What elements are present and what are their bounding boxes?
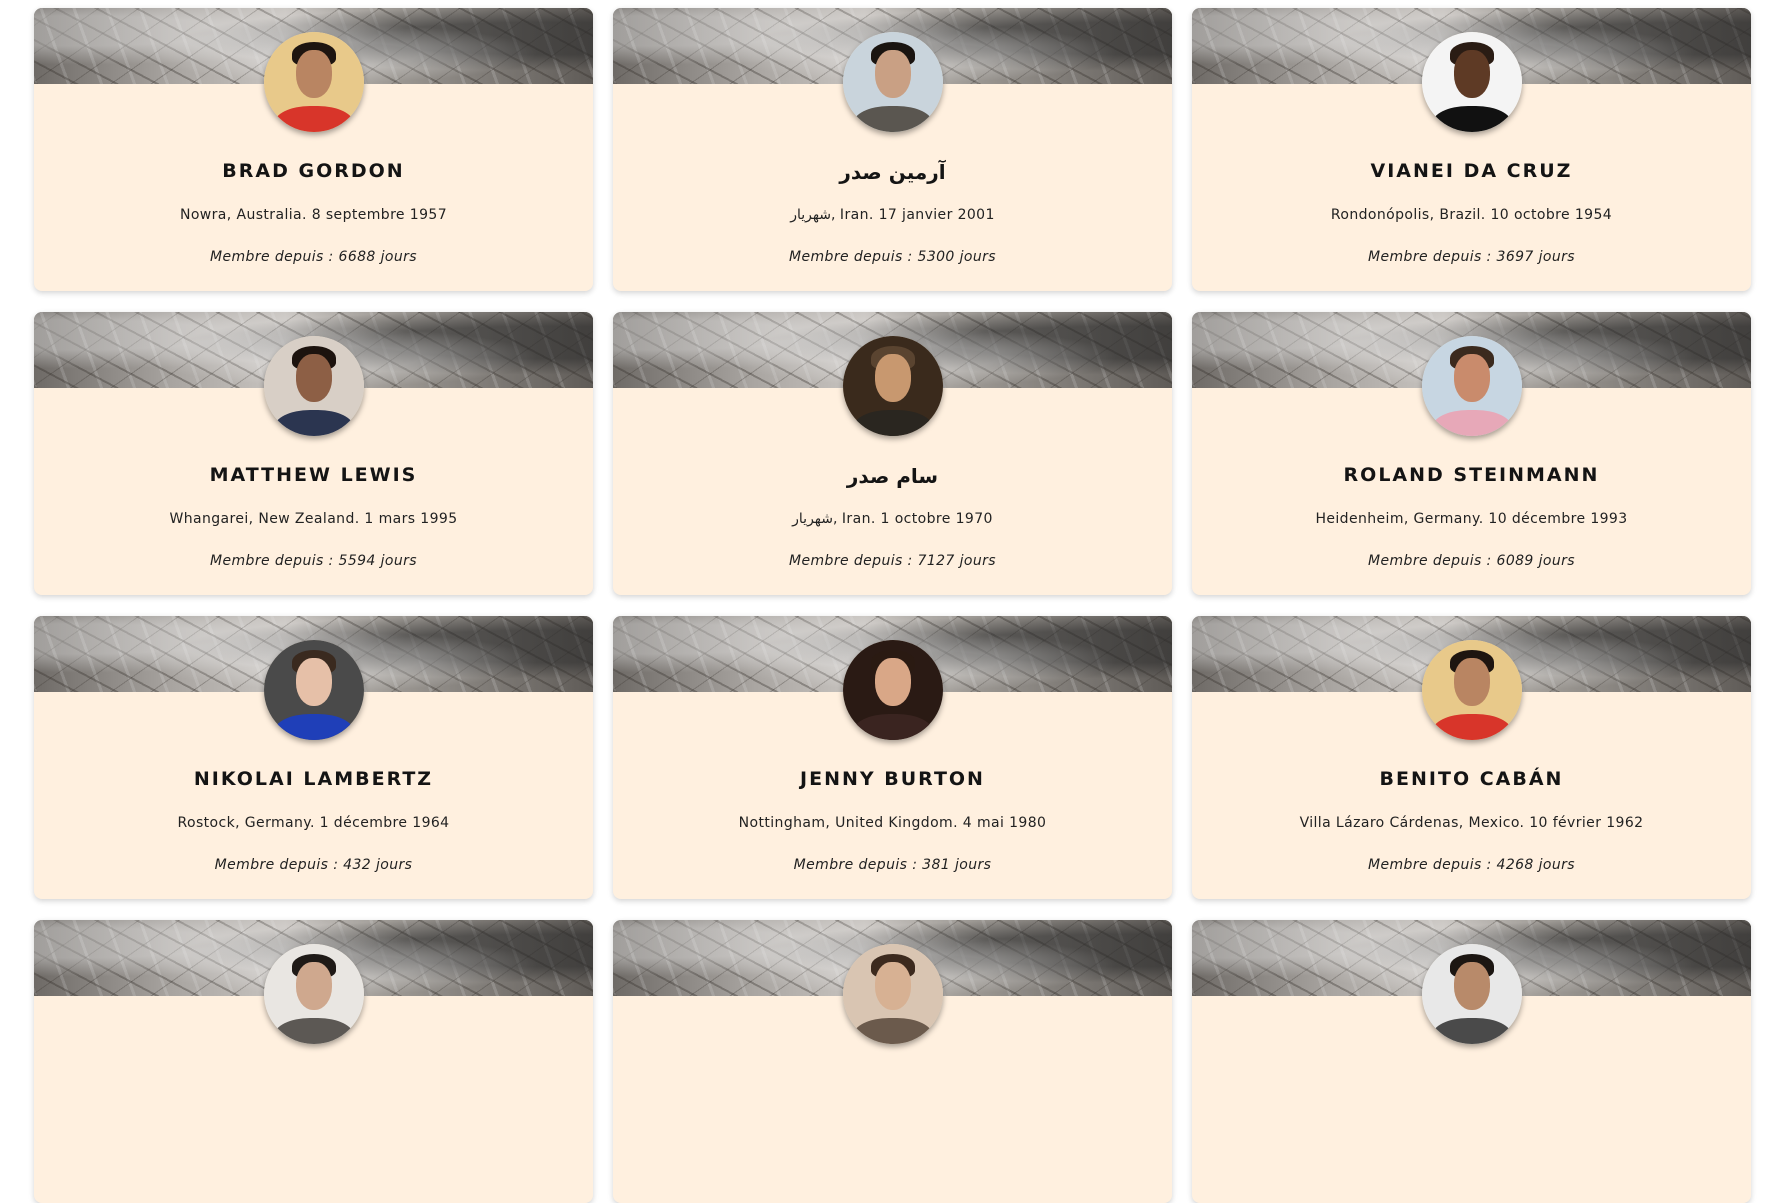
profile-name: Jenny Burton [800,768,985,790]
profile-card[interactable]: Matthew Lewis Whangarei, New Zealand. 1 … [34,312,593,595]
profile-card[interactable]: Brad Gordon Nowra, Australia. 8 septembr… [34,8,593,291]
profile-location-birthdate: شهریار, Iran. 17 janvier 2001 [790,207,995,223]
avatar[interactable] [1421,944,1522,1044]
avatar[interactable] [842,336,943,436]
avatar[interactable] [1421,336,1522,436]
avatar[interactable] [842,32,943,132]
profile-location-birthdate: Nowra, Australia. 8 septembre 1957 [179,207,448,223]
member-since: Membre depuis : 3697 jours [1368,249,1575,265]
member-since: Membre depuis : 7127 jours [789,553,996,569]
avatar[interactable] [1421,32,1522,132]
profile-name: Matthew Lewis [209,464,418,486]
profile-card[interactable]: Roland Steinmann Heidenheim, Germany. 10… [1192,312,1751,595]
profile-location-birthdate: Villa Lázaro Cárdenas, Mexico. 10 févrie… [1299,815,1644,831]
profile-name: سام صدر [846,464,939,488]
member-since: Membre depuis : 4268 jours [1368,857,1575,873]
profile-card[interactable] [613,920,1172,1203]
profile-grid: Brad Gordon Nowra, Australia. 8 septembr… [34,8,1752,1203]
profile-location-birthdate: Rostock, Germany. 1 décembre 1964 [177,815,450,831]
profile-card[interactable]: Nikolai Lambertz Rostock, Germany. 1 déc… [34,616,593,899]
avatar[interactable] [263,944,364,1044]
avatar[interactable] [263,640,364,740]
profile-location-birthdate: شهریار, Iran. 1 octobre 1970 [792,511,993,527]
profile-location-birthdate: Rondonópolis, Brazil. 10 octobre 1954 [1330,207,1613,223]
avatar[interactable] [263,336,364,436]
profile-name: Vianei da Cruz [1370,160,1573,182]
member-since: Membre depuis : 6089 jours [1368,553,1575,569]
avatar[interactable] [842,640,943,740]
avatar[interactable] [263,32,364,132]
profile-location-birthdate: Whangarei, New Zealand. 1 mars 1995 [169,511,458,527]
profile-card[interactable]: آرمین صدر شهریار, Iran. 17 janvier 2001 … [613,8,1172,291]
avatar[interactable] [1421,640,1522,740]
avatar[interactable] [842,944,943,1044]
profile-location-birthdate: Nottingham, United Kingdom. 4 mai 1980 [738,815,1047,831]
member-since: Membre depuis : 6688 jours [210,249,417,265]
profile-card[interactable]: Vianei da Cruz Rondonópolis, Brazil. 10 … [1192,8,1751,291]
profile-card[interactable]: سام صدر شهریار, Iran. 1 octobre 1970 Mem… [613,312,1172,595]
profile-card[interactable] [34,920,593,1203]
member-since: Membre depuis : 5594 jours [210,553,417,569]
member-since: Membre depuis : 432 jours [214,857,413,873]
profile-card[interactable]: Jenny Burton Nottingham, United Kingdom.… [613,616,1172,899]
member-since: Membre depuis : 5300 jours [789,249,996,265]
profile-card[interactable]: Benito Cabán Villa Lázaro Cárdenas, Mexi… [1192,616,1751,899]
profile-name: Nikolai Lambertz [193,768,434,790]
profile-name: Brad Gordon [222,160,405,182]
profile-card[interactable] [1192,920,1751,1203]
profile-name: Benito Cabán [1379,768,1564,790]
profile-name: آرمین صدر [839,160,946,184]
profile-name: Roland Steinmann [1343,464,1600,486]
profile-location-birthdate: Heidenheim, Germany. 10 décembre 1993 [1315,511,1628,527]
member-since: Membre depuis : 381 jours [793,857,992,873]
